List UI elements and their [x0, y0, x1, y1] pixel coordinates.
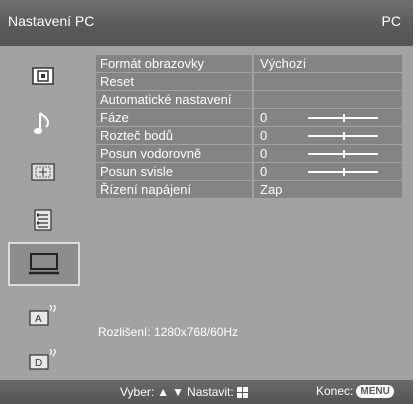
input-a-icon: A [29, 305, 56, 326]
slider-knob[interactable] [343, 150, 345, 158]
slider-knob[interactable] [343, 168, 345, 176]
sidebar-item-sound[interactable] [14, 104, 72, 144]
exit-label: Konec: [316, 384, 354, 398]
sidebar-item-input-a[interactable]: A [14, 296, 72, 336]
select-label: Vyber: [120, 385, 155, 399]
settings-menu: Formát obrazovky Výchozí Reset Automatic… [96, 55, 402, 199]
sidebar-item-pc[interactable] [8, 242, 80, 286]
menu-row-dot-pitch[interactable]: Rozteč bodů 0 [96, 127, 402, 144]
menu-row-phase[interactable]: Fáze 0 [96, 109, 402, 126]
menu-row-horizontal-shift[interactable]: Posun vodorovně 0 [96, 145, 402, 162]
svg-text:D: D [35, 358, 42, 369]
title-bar: Nastavení PC PC [0, 0, 413, 46]
sidebar-item-input-d[interactable]: D [14, 340, 72, 380]
slider-knob[interactable] [343, 132, 345, 140]
row-value: Výchozí [260, 56, 307, 71]
row-label: Fáze [100, 110, 129, 125]
menu-row-auto-adjust[interactable]: Automatické nastavení [96, 91, 402, 108]
navigation-hint: Vyber: ▲ ▼ Nastavit: [120, 385, 248, 399]
settings-list-icon [34, 209, 52, 231]
sidebar-item-screen[interactable] [14, 152, 72, 192]
resolution-info: Rozlišení: 1280x768/60Hz [98, 325, 239, 339]
arrow-down-icon: ▼ [172, 385, 185, 399]
arrow-up-icon: ▲ [157, 385, 170, 399]
row-label: Řízení napájení [100, 182, 192, 197]
sidebar: A D [0, 46, 88, 380]
pc-settings-screen: Nastavení PC PC A D Formát obrazovky Výc… [0, 0, 417, 404]
vertical-shift-slider[interactable] [308, 168, 378, 176]
menu-row-power-control[interactable]: Řízení napájení Zap [96, 181, 402, 198]
row-value: 0 [260, 146, 268, 161]
set-label: Nastavit: [187, 385, 234, 399]
horizontal-shift-slider[interactable] [308, 150, 378, 158]
ok-button-icon [236, 386, 248, 398]
footer-bar: Vyber: ▲ ▼ Nastavit: Konec: MENU [0, 380, 413, 404]
row-label: Rozteč bodů [100, 128, 173, 143]
menu-row-vertical-shift[interactable]: Posun svisle 0 [96, 163, 402, 180]
row-label: Reset [100, 74, 134, 89]
menu-row-reset[interactable]: Reset [96, 73, 402, 90]
row-value: 0 [260, 110, 268, 125]
row-label: Automatické nastavení [100, 92, 232, 107]
input-d-icon: D [29, 349, 56, 370]
sidebar-item-settings[interactable] [14, 200, 72, 240]
picture-icon [32, 67, 54, 85]
menu-button[interactable]: MENU [356, 384, 394, 398]
dot-pitch-slider[interactable] [308, 132, 378, 140]
pc-monitor-icon [29, 253, 59, 275]
row-label: Formát obrazovky [100, 56, 205, 71]
input-mode-label: PC [381, 13, 401, 29]
screen-adjust-icon [31, 163, 55, 181]
row-label: Posun vodorovně [100, 146, 202, 161]
row-value: 0 [260, 128, 268, 143]
exit-hint: Konec: MENU [316, 384, 394, 398]
menu-row-screen-format[interactable]: Formát obrazovky Výchozí [96, 55, 402, 72]
row-value: Zap [260, 182, 283, 197]
slider-knob[interactable] [343, 114, 345, 122]
page-title: Nastavení PC [8, 13, 95, 29]
row-label: Posun svisle [100, 164, 173, 179]
sidebar-item-picture[interactable] [14, 56, 72, 96]
phase-slider[interactable] [308, 114, 378, 122]
row-value: 0 [260, 164, 268, 179]
sound-note-icon [34, 112, 50, 134]
svg-text:A: A [35, 314, 42, 325]
